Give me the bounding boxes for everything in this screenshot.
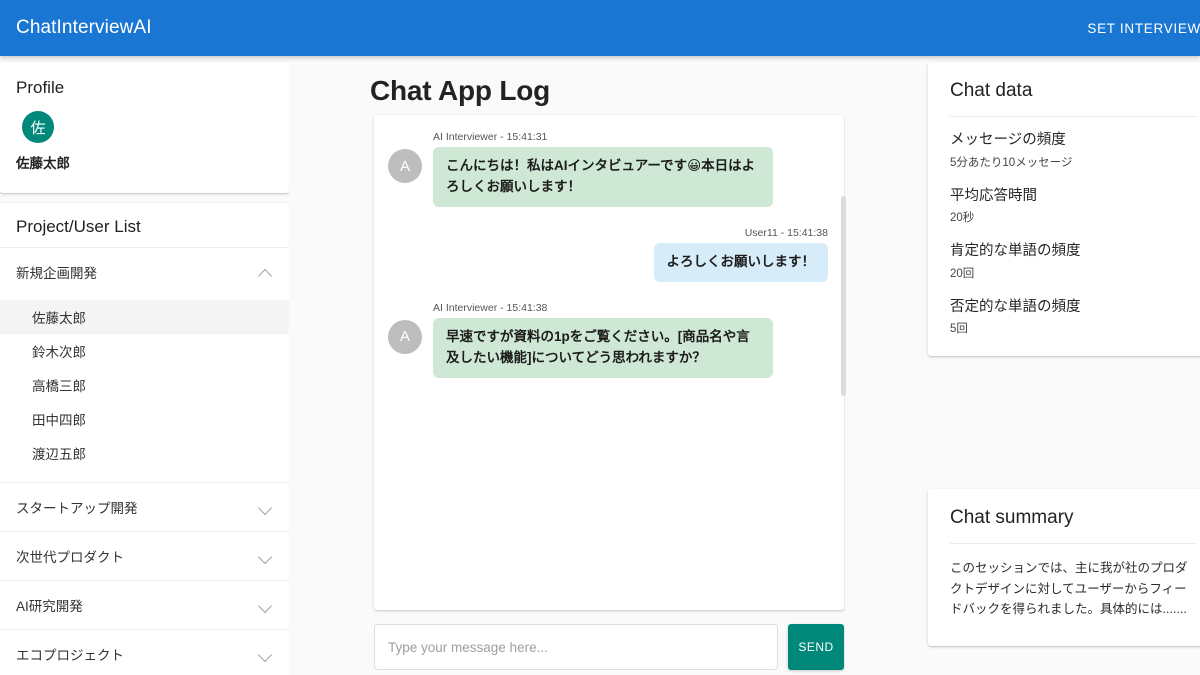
app-header: ChatInterviewAI SET INTERVIEW [0,0,1200,56]
metric-negative-word-frequency: 否定的な単語の頻度 5回 [950,298,1196,337]
insights-panel: Chat data メッセージの頻度 5分あたり10メッセージ 平均応答時間 2… [920,56,1200,675]
metric-value: 5回 [950,323,968,336]
metric-label: 肯定的な単語の頻度 [950,243,1081,260]
project-group: 次世代プロダクト [0,531,289,580]
project-label: AI研究開発 [16,599,83,614]
chat-log: A AI Interviewer - 15:41:31 こんにちは！私はAIイン… [374,115,844,610]
chat-message-meta: AI Interviewer - 15:41:38 [433,301,548,314]
project-user-list-card: Project/User List 新規企画開発 佐藤太郎 鈴木次郎 高橋三郎 … [0,203,289,675]
list-item[interactable]: 佐藤太郎 [0,300,289,334]
list-item[interactable]: 渡辺五郎 [0,436,289,470]
list-item[interactable]: 鈴木次郎 [0,334,289,368]
message-composer: SEND [374,624,844,670]
project-label: 次世代プロダクト [16,550,124,565]
app-title: ChatInterviewAI [16,17,152,38]
project-header-ai[interactable]: AI研究開発 [0,581,289,629]
chevron-up-icon[interactable] [259,265,273,279]
avatar: 佐 [22,111,54,143]
chat-message-in: A AI Interviewer - 15:41:38 早速ですが資料の1pをご… [388,302,830,378]
metric-value: 20回 [950,267,975,280]
set-interview-button[interactable]: SET INTERVIEW [1079,15,1200,42]
profile-card: Profile 佐 佐藤太郎 [0,62,289,193]
chat-data-heading: Chat data [950,80,1033,101]
list-item[interactable]: 高橋三郎 [0,368,289,402]
metric-message-frequency: メッセージの頻度 5分あたり10メッセージ [950,131,1196,170]
metric-label: 平均応答時間 [950,187,1037,204]
divider [950,116,1196,117]
chevron-down-icon[interactable] [259,549,273,563]
project-header-shinki[interactable]: 新規企画開発 [0,248,289,296]
project-group: 新規企画開発 佐藤太郎 鈴木次郎 高橋三郎 田中四郎 渡辺五郎 [0,247,289,482]
chat-message-out: User11 - 15:41:38 よろしくお願いします！ [388,227,830,282]
page-title: Chat App Log [370,75,551,106]
project-label: 新規企画開発 [16,266,97,281]
user-list: 佐藤太郎 鈴木次郎 高橋三郎 田中四郎 渡辺五郎 [0,296,289,482]
chat-data-card: Chat data メッセージの頻度 5分あたり10メッセージ 平均応答時間 2… [928,62,1200,357]
project-user-list-title: Project/User List [16,217,141,236]
avatar: A [388,149,422,183]
chat-summary-heading: Chat summary [950,507,1074,528]
chat-bubble: こんにちは！私はAIインタビュアーです😀本日はよろしくお願いします！ [433,147,773,207]
project-header-startup[interactable]: スタートアップ開発 [0,483,289,531]
chat-panel: Chat App Log A AI Interviewer - 15:41:31… [300,56,845,675]
chat-summary-card: Chat summary このセッションでは、主に我が社のプロダクトデザインに対… [928,489,1200,646]
chat-bubble: よろしくお願いします！ [653,242,828,282]
chat-message-body: AI Interviewer - 15:41:38 早速ですが資料の1pをご覧く… [433,302,773,378]
avatar: A [388,319,422,354]
chevron-down-icon[interactable] [259,598,273,612]
scrollbar[interactable] [841,196,846,396]
list-item[interactable]: 田中四郎 [0,402,289,436]
project-group: エコプロジェクト [0,629,289,675]
project-header-nextgen[interactable]: 次世代プロダクト [0,532,289,580]
profile-title: Profile [16,78,65,97]
chevron-down-icon[interactable] [259,500,273,514]
metric-average-response-time: 平均応答時間 20秒 [950,187,1196,226]
chat-message-body: User11 - 15:41:38 よろしくお願いします！ [653,226,828,282]
chat-message-meta: AI Interviewer - 15:41:31 [433,131,548,143]
chat-message-in: A AI Interviewer - 15:41:31 こんにちは！私はAIイン… [388,131,830,207]
chat-summary-text: このセッションでは、主に我が社のプロダクトデザインに対してユーザーからフィードバ… [950,561,1188,617]
metric-value: 5分あたり10メッセージ [950,156,1073,169]
profile-name: 佐藤太郎 [16,156,70,171]
project-label: エコプロジェクト [16,648,124,663]
send-button[interactable]: SEND [788,624,844,670]
chat-bubble: 早速ですが資料の1pをご覧ください。[商品名や言及したい機能]についてどう思われ… [433,317,773,378]
chevron-down-icon[interactable] [259,647,273,661]
project-group: AI研究開発 [0,580,289,629]
project-label: スタートアップ開発 [16,501,138,516]
project-group: スタートアップ開発 [0,482,289,531]
metric-label: メッセージの頻度 [950,132,1066,148]
project-header-eco[interactable]: エコプロジェクト [0,630,289,675]
metric-value: 20秒 [950,212,975,225]
page-body: Profile 佐 佐藤太郎 Project/User List 新規企画開発 … [0,56,1200,675]
metric-positive-word-frequency: 肯定的な単語の頻度 20回 [950,242,1196,281]
sidebar: Profile 佐 佐藤太郎 Project/User List 新規企画開発 … [0,56,289,675]
message-input[interactable] [374,624,778,670]
chat-message-body: AI Interviewer - 15:41:31 こんにちは！私はAIインタビ… [433,131,773,207]
divider [950,543,1196,544]
chat-message-meta: User11 - 15:41:38 [744,226,828,239]
metric-label: 否定的な単語の頻度 [950,298,1081,315]
